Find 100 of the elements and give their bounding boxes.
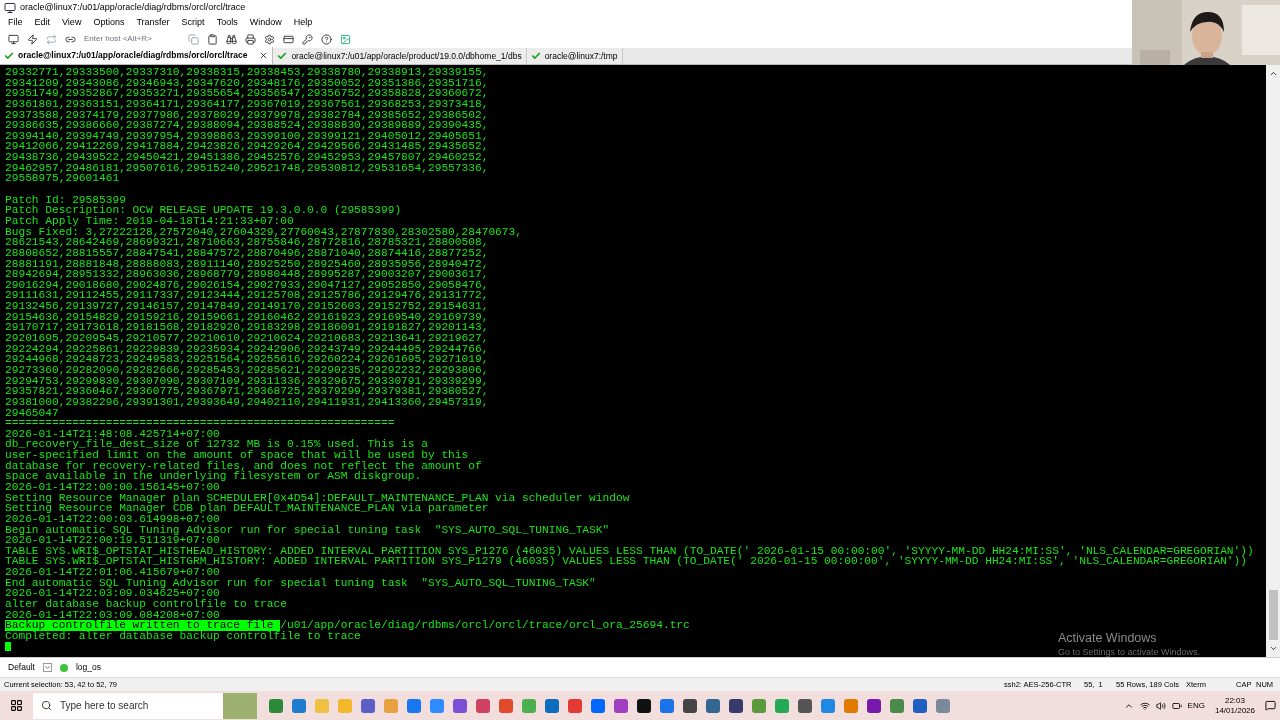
selected-text: Backup controlfile written to trace file: [5, 620, 281, 631]
terminal-line: TABLE SYS.WRI$_OPTSTAT_HISTHEAD_HISTORY: ADDED INTERVAL PARTITION SYS_P1276 (46035) VALUES LESS THAN (TO_DATE(' 2026-01-15 00:00:00', 'SYYYY-MM-DD HH24:MI:SS', 'NLS_CALENDAR=GREGORIAN')): [5, 545, 1254, 557]
settings-icon[interactable]: [264, 33, 275, 45]
volume-icon[interactable]: [1155, 700, 1166, 711]
app-icon[interactable]: [867, 698, 881, 713]
terminal-line: Bugs Fixed: 3,27222128,27572040,27604329,27760043,27877830,28302580,28470673,: [5, 226, 522, 238]
terminal-line: 29244968,29248723,29249583,29251564,29255616,29260224,29261695,29271019,: [5, 354, 489, 365]
activation-hint: Go to Settings to activate Windows.: [1057, 648, 1200, 657]
terminal-line: alter database backup controlfile to trace: [5, 599, 287, 610]
terminal-line: 29273360,29282090,29282666,29285453,29285621,29290235,29292232,29293806,: [5, 364, 489, 376]
terminal-line: Begin automatic SQL Tuning Advisor run for special tuning task "SYS_AUTO_SQL_TUNING_TASK": [5, 524, 610, 536]
terminal-line: 29438736,29439522,29450421,29451386,29452576,29452953,29457807,29460252,: [5, 152, 489, 163]
menu-item[interactable]: Window: [249, 16, 282, 30]
scrollbar-thumb[interactable]: [1268, 590, 1278, 640]
terminal-line: Patch Description: OCW RELEASE UPDATE 19.3.0.0.0 (29585399): [5, 205, 402, 216]
session-tab[interactable]: oracle@linux7:/u01/app/oracle/product/19.0.0/dbhome_1/dbs: [273, 48, 527, 64]
terminal-line: 2026-01-14T22:03:09.034625+07:00: [5, 588, 220, 600]
window-title: oracle@linux7:/u01/app/oracle/diag/rdbms/orcl/orcl/trace: [20, 1, 246, 15]
terminal-line: 29412066,29412269,29417884,29423826,29429264,29429566,29431485,29435652,: [5, 141, 489, 153]
terminal-line: 28942694,28951332,28963036,28968779,28980448,28995287,29003207,29003617,: [5, 269, 489, 280]
card-icon[interactable]: [283, 33, 294, 45]
terminal-line: 28808652,28815557,28847541,28847572,28870496,28871040,28874416,28877252,: [5, 247, 489, 259]
terminal-line: 29558975,29601461: [5, 173, 120, 185]
notification-icon[interactable]: [1265, 700, 1276, 711]
find-icon[interactable]: [226, 33, 237, 45]
terminal-line: 29357821,29360467,29360775,29367971,29368725,29379299,29379381,29380527,: [5, 386, 489, 397]
lightning-icon[interactable]: [27, 33, 38, 45]
activation-title: Activate Windows: [1057, 630, 1158, 648]
search-field[interactable]: Type here to search: [33, 692, 223, 719]
menu-item[interactable]: Help: [293, 16, 313, 30]
app-icon[interactable]: [683, 698, 697, 713]
terminal-line: 2026-01-14T22:01:06.415679+07:00: [5, 567, 220, 578]
app-icon[interactable]: [637, 698, 651, 713]
scrollbar[interactable]: [1266, 65, 1280, 657]
session-tab[interactable]: oracle@linux7:/u01/app/oracle/diag/rdbms/orcl/orcl/trace: [0, 47, 274, 64]
terminal-line: 28621543,28642469,28699321,28710663,28755846,28772816,28785321,28800508,: [5, 237, 489, 248]
terminal-line: 29465047: [5, 407, 59, 419]
terminal-line: End automatic SQL Tuning Advisor run for special tuning task "SYS_AUTO_SQL_TUNING_TASK": [5, 577, 596, 589]
menu-item[interactable]: Options: [93, 16, 125, 30]
windows-icon[interactable]: [10, 699, 23, 712]
language-indicator[interactable]: ENG: [1187, 699, 1205, 712]
paste-icon[interactable]: [207, 33, 218, 45]
terminal-line: ==========================================================: [5, 418, 395, 429]
terminal-line: space available in the underlying filesystem or ASM diskgroup.: [5, 471, 422, 482]
menu-item[interactable]: Tools: [216, 16, 238, 30]
terminal-line: 29111631,29112455,29117337,29123444,29125708,29125786,29129476,29131772,: [5, 290, 489, 302]
terminal-line: Patch Apply Time: 2019-04-18T14:21:33+07:00: [5, 215, 294, 227]
app-icon[interactable]: [729, 698, 743, 713]
terminal-line: 29132456,29139727,29146157,29147849,29149170,29152603,29152752,29154631,: [5, 301, 489, 312]
terminal-line: database for recovery-related files, and does not reflect the amount of: [5, 460, 482, 472]
session-tab[interactable]: oracle@linux7:/tmp: [526, 48, 623, 64]
menu-item[interactable]: Script: [181, 16, 205, 30]
terminal-line: 29341209,29343086,29346943,29347620,29348176,29350052,29351386,29351716,: [5, 77, 489, 89]
terminal-line: 29373588,29374179,29377986,29378029,29379978,29382784,29385652,29386502,: [5, 109, 489, 121]
terminal-line: 29462957,29486181,29507616,29515240,29521748,29530812,29531654,29557336,: [5, 162, 489, 174]
key-icon[interactable]: [302, 33, 313, 45]
connected-icon: [4, 50, 14, 61]
connected-icon: [530, 51, 541, 61]
terminal-line: Setting Resource Manager plan SCHEDULER[0x4D54]:DEFAULT_MAINTENANCE_PLAN via scheduler window: [5, 492, 630, 504]
dropdown-icon[interactable]: [42, 663, 52, 672]
terminal-line: 2026-01-14T22:00:19.511319+07:00: [5, 535, 220, 546]
terminal-line: 2026-01-14T22:00:03.614998+07:00: [5, 513, 220, 525]
menu-item[interactable]: File: [8, 16, 23, 30]
terminal-line: 29154636,29154829,29159216,29159661,29160462,29161923,29169540,29169739,: [5, 311, 489, 323]
terminal-line: Patch Id: 29585399: [5, 194, 126, 206]
cursor: [5, 642, 11, 652]
terminal-line: 29016294,29018680,29024876,29026154,29027933,29047127,29052850,29058476,: [5, 279, 489, 291]
clock-time[interactable]: 22:03: [1224, 695, 1245, 706]
print-icon[interactable]: [245, 33, 256, 45]
terminal-line: 29294753,29299830,29307090,29307109,29311336,29329675,29330791,29339299,: [5, 375, 489, 387]
terminal-line: 29332771,29333500,29337310,29338315,29338453,29338780,29338913,29339155,: [5, 67, 489, 78]
clock-date[interactable]: 14/01/2026: [1214, 705, 1255, 716]
terminal-line: 29170717,29173618,29181568,29182920,29183298,29186091,29191827,29201143,: [5, 322, 489, 333]
wifi-icon[interactable]: [1139, 700, 1150, 711]
scroll-up-icon[interactable]: [1268, 69, 1278, 78]
connect-icon[interactable]: [8, 33, 19, 45]
terminal-line: 2026-01-14T22:03:09.084208+07:00: [5, 609, 220, 621]
terminal-line: 28881191,28881848,28888083,28911140,28925250,28925460,28935956,28940472,: [5, 258, 489, 270]
session-button[interactable]: log_os: [75, 661, 101, 674]
menu-item[interactable]: Edit: [34, 16, 51, 30]
profile-select[interactable]: Default: [8, 661, 35, 674]
menu-item[interactable]: Transfer: [136, 16, 170, 30]
terminal-line: /u01/app/oracle/diag/rdbms/orcl/orcl/trace/orcl_ora_25694.trc: [280, 620, 690, 631]
app-icon: [4, 2, 16, 14]
terminal-line: TABLE SYS.WRI$_OPTSTAT_HISTGRM_HISTORY: ADDED INTERVAL PARTITION SYS_P1279 (46035) VALUES LESS THAN (TO_DATE(' 2026-01-15 00:00:00', 'SYYYY-MM-DD HH24:MI:SS', 'NLS_CALENDAR=GREGORIAN')): [5, 556, 1247, 568]
terminal-line: db_recovery_file_dest_size of 12732 MB is 0.15% used. This is a: [5, 439, 428, 451]
scroll-down-icon[interactable]: [1268, 644, 1278, 653]
terminal-line: 2026-01-14T21:48:08.425714+07:00: [5, 428, 220, 440]
terminal-line: 29394140,29394749,29397954,29398863,29399100,29399121,29405012,29405651,: [5, 130, 489, 142]
close-icon[interactable]: [259, 51, 269, 60]
terminal-line: 29201695,29209545,29210577,29210610,29210624,29210683,29213641,29219627,: [5, 333, 489, 344]
host-field[interactable]: Enter host <Alt+R>: [84, 33, 180, 45]
terminal-line: Completed: alter database backup controlfile to trace: [5, 630, 361, 642]
terminal-line: 29351749,29352867,29353271,29355654,29356547,29356752,29358828,29360672,: [5, 88, 489, 99]
menu-item[interactable]: View: [62, 16, 82, 30]
help-icon[interactable]: [321, 33, 332, 45]
image-icon[interactable]: [340, 33, 351, 45]
terminal-line: 29386635,29386660,29387274,29388094,29388524,29388830,29389889,29390435,: [5, 120, 489, 131]
battery-icon[interactable]: [1171, 700, 1182, 711]
terminal-line: Setting Resource Manager CDB plan DEFAULT_MAINTENANCE_PLAN via parameter: [5, 503, 489, 514]
